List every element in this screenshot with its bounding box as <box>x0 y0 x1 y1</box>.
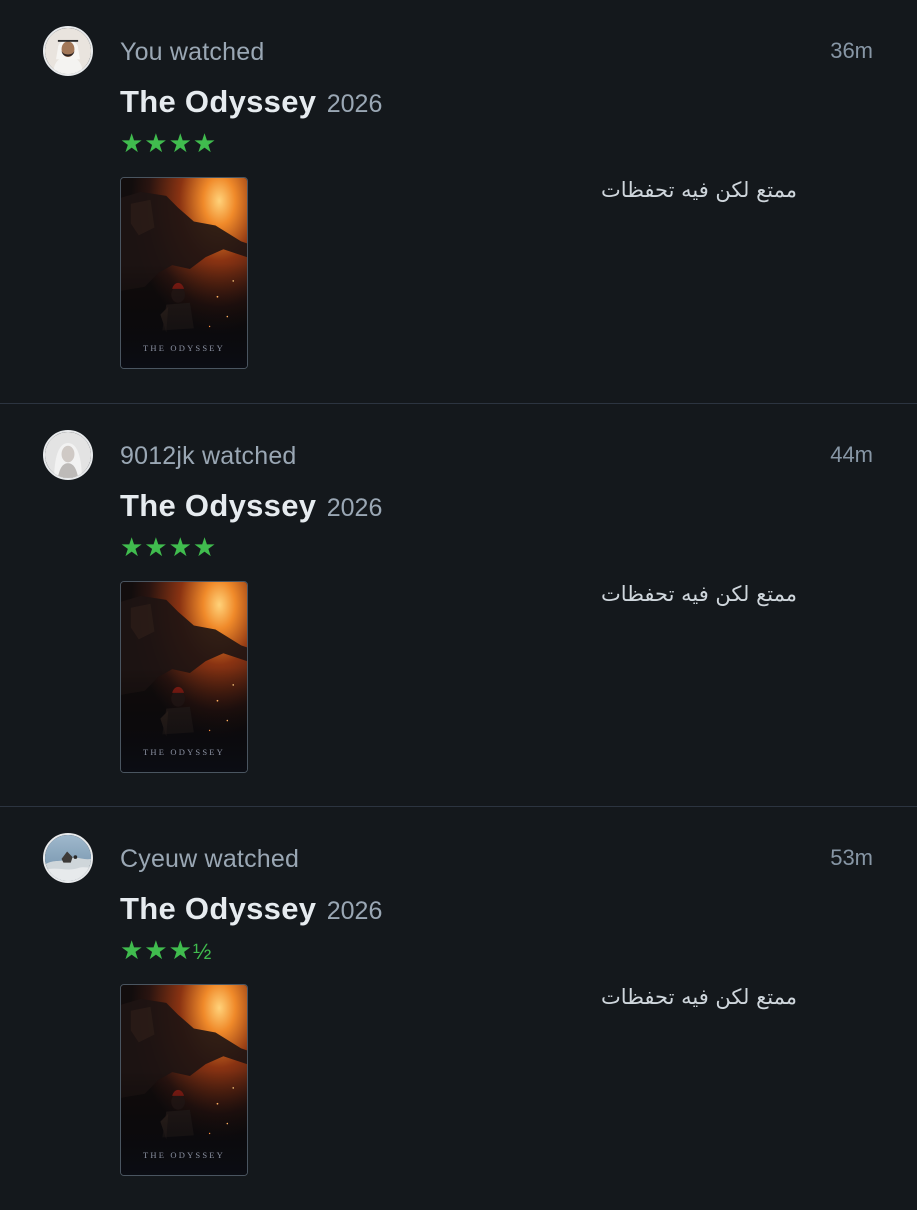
activity-feed: You watched 36m The Odyssey 2026 ★★★★ TH… <box>0 0 917 1200</box>
poster-art-image <box>121 178 247 368</box>
film-poster[interactable]: THE ODYSSEY <box>120 177 248 369</box>
user-avatar-image <box>45 432 91 478</box>
stars-icon: ★★★★ <box>120 128 218 158</box>
film-year[interactable]: 2026 <box>327 897 383 925</box>
poster-title-text: THE ODYSSEY <box>142 747 226 757</box>
film-poster[interactable]: THE ODYSSEY <box>120 581 248 773</box>
timestamp: 44m <box>830 442 873 467</box>
stars-icon: ★★★★ <box>120 532 218 562</box>
review-text[interactable]: ممتع لكن فيه تحفظات <box>520 582 797 606</box>
poster-title-text: THE ODYSSEY <box>142 343 226 353</box>
activity-entry[interactable]: 9012jk watched 44m The Odyssey 2026 ★★★★ <box>0 403 917 807</box>
half-star-icon: ½ <box>192 939 213 964</box>
poster-art-image <box>121 985 247 1175</box>
activity-entry[interactable]: You watched 36m The Odyssey 2026 ★★★★ TH… <box>0 0 917 403</box>
review-text[interactable]: ممتع لكن فيه تحفظات <box>520 178 797 202</box>
star-rating: ★★★½ <box>120 935 212 967</box>
user-avatar-image <box>45 835 91 881</box>
film-title[interactable]: The Odyssey <box>120 488 316 523</box>
review-text[interactable]: ممتع لكن فيه تحفظات <box>520 985 797 1009</box>
activity-entry[interactable]: Cyeuw watched 53m The Odyssey 2026 ★★★½ <box>0 806 917 1210</box>
activity-text[interactable]: You watched <box>120 38 264 67</box>
film-heading[interactable]: The Odyssey 2026 <box>120 488 382 524</box>
film-heading[interactable]: The Odyssey 2026 <box>120 84 382 120</box>
timestamp: 36m <box>830 38 873 63</box>
timestamp: 53m <box>830 845 873 870</box>
stars-icon: ★★★ <box>120 935 193 965</box>
activity-text[interactable]: Cyeuw watched <box>120 845 299 874</box>
film-heading[interactable]: The Odyssey 2026 <box>120 891 382 927</box>
film-poster[interactable]: THE ODYSSEY <box>120 984 248 1176</box>
avatar[interactable] <box>43 430 93 480</box>
film-title[interactable]: The Odyssey <box>120 84 316 119</box>
film-year[interactable]: 2026 <box>327 90 383 118</box>
star-rating: ★★★★ <box>120 532 217 562</box>
user-avatar-image <box>45 28 91 74</box>
avatar[interactable] <box>43 833 93 883</box>
film-title[interactable]: The Odyssey <box>120 891 316 926</box>
activity-text[interactable]: 9012jk watched <box>120 442 297 471</box>
avatar[interactable] <box>43 26 93 76</box>
poster-title-text: THE ODYSSEY <box>142 1150 226 1160</box>
star-rating: ★★★★ <box>120 128 217 158</box>
poster-art-image <box>121 582 247 772</box>
film-year[interactable]: 2026 <box>327 494 383 522</box>
